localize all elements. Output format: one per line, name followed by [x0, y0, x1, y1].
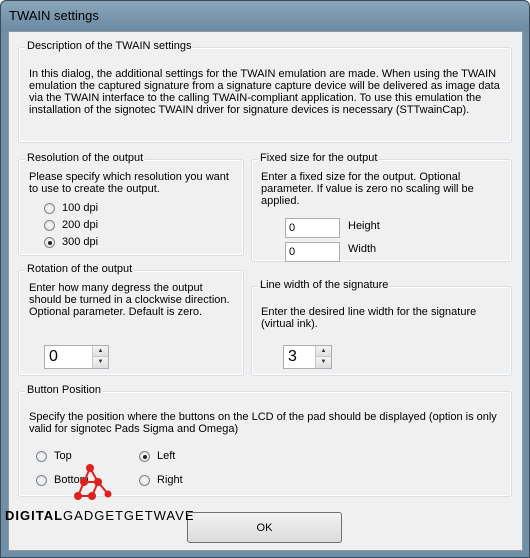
rotation-legend: Rotation of the output	[25, 263, 135, 275]
rotation-decrement-icon[interactable]: ▼	[93, 357, 108, 368]
rotation-group: Rotation of the output Enter how many de…	[18, 263, 244, 376]
radio-top-label: Top	[54, 450, 72, 462]
fixed-size-group: Fixed size for the output Enter a fixed …	[251, 152, 512, 262]
height-label: Height	[348, 220, 380, 232]
button-position-legend: Button Position	[25, 384, 103, 396]
radio-100-dpi-label: 100 dpi	[62, 202, 99, 214]
fixed-size-text: Enter a fixed size for the output. Optio…	[261, 171, 474, 207]
height-input[interactable]	[285, 218, 340, 238]
description-legend: Description of the TWAIN settings	[25, 40, 194, 52]
ok-button[interactable]: OK	[187, 512, 342, 543]
resolution-group: Resolution of the output Please specify …	[18, 152, 244, 256]
rotation-value[interactable]: 0	[49, 348, 58, 366]
width-input[interactable]	[285, 242, 340, 262]
line-width-decrement-icon[interactable]: ▼	[316, 357, 331, 368]
watermark-text-part2: GADGETGETWAVE	[63, 508, 195, 523]
radio-right-button[interactable]	[139, 475, 150, 486]
line-width-text: Enter the desired line width for the sig…	[261, 306, 477, 330]
radio-200-dpi-label: 200 dpi	[62, 219, 99, 231]
radio-300-dpi-button[interactable]	[44, 237, 55, 248]
radio-200-dpi-button[interactable]	[44, 220, 55, 231]
resolution-text: Please specify which resolution you want…	[29, 171, 229, 195]
rotation-spin-buttons: ▲ ▼	[92, 346, 108, 368]
line-width-value[interactable]: 3	[288, 348, 297, 366]
rotation-text: Enter how many degress the output should…	[29, 282, 230, 318]
rotation-increment-icon[interactable]: ▲	[93, 346, 108, 357]
radio-right-label: Right	[157, 474, 183, 486]
width-label: Width	[348, 243, 377, 255]
line-width-group: Line width of the signature Enter the de…	[251, 279, 512, 376]
radio-left-button[interactable]	[139, 451, 150, 462]
watermark-logo-icon	[74, 464, 112, 500]
button-position-text: Specify the position where the buttons o…	[29, 411, 497, 435]
radio-top-button[interactable]	[36, 451, 47, 462]
window-title: TWAIN settings	[9, 8, 99, 23]
radio-100-dpi-button[interactable]	[44, 203, 55, 214]
watermark-text: DIGITALGADGETGETWAVE	[5, 508, 195, 523]
radio-left-label: Left	[157, 450, 176, 462]
radio-300-dpi-label: 300 dpi	[62, 236, 99, 248]
line-width-legend: Line width of the signature	[258, 279, 391, 291]
title-bar[interactable]: TWAIN settings	[1, 1, 529, 31]
watermark-text-part1: DIGITAL	[5, 508, 64, 523]
line-width-spinner[interactable]: 3 ▲ ▼	[283, 345, 332, 369]
fixed-size-legend: Fixed size for the output	[258, 152, 380, 164]
description-group: Description of the TWAIN settings In thi…	[18, 40, 512, 143]
description-text: In this dialog, the additional settings …	[29, 68, 500, 116]
line-width-increment-icon[interactable]: ▲	[316, 346, 331, 357]
rotation-spinner[interactable]: 0 ▲ ▼	[44, 345, 109, 369]
line-width-spin-buttons: ▲ ▼	[315, 346, 331, 368]
radio-bottom-button[interactable]	[36, 475, 47, 486]
resolution-legend: Resolution of the output	[25, 152, 146, 164]
